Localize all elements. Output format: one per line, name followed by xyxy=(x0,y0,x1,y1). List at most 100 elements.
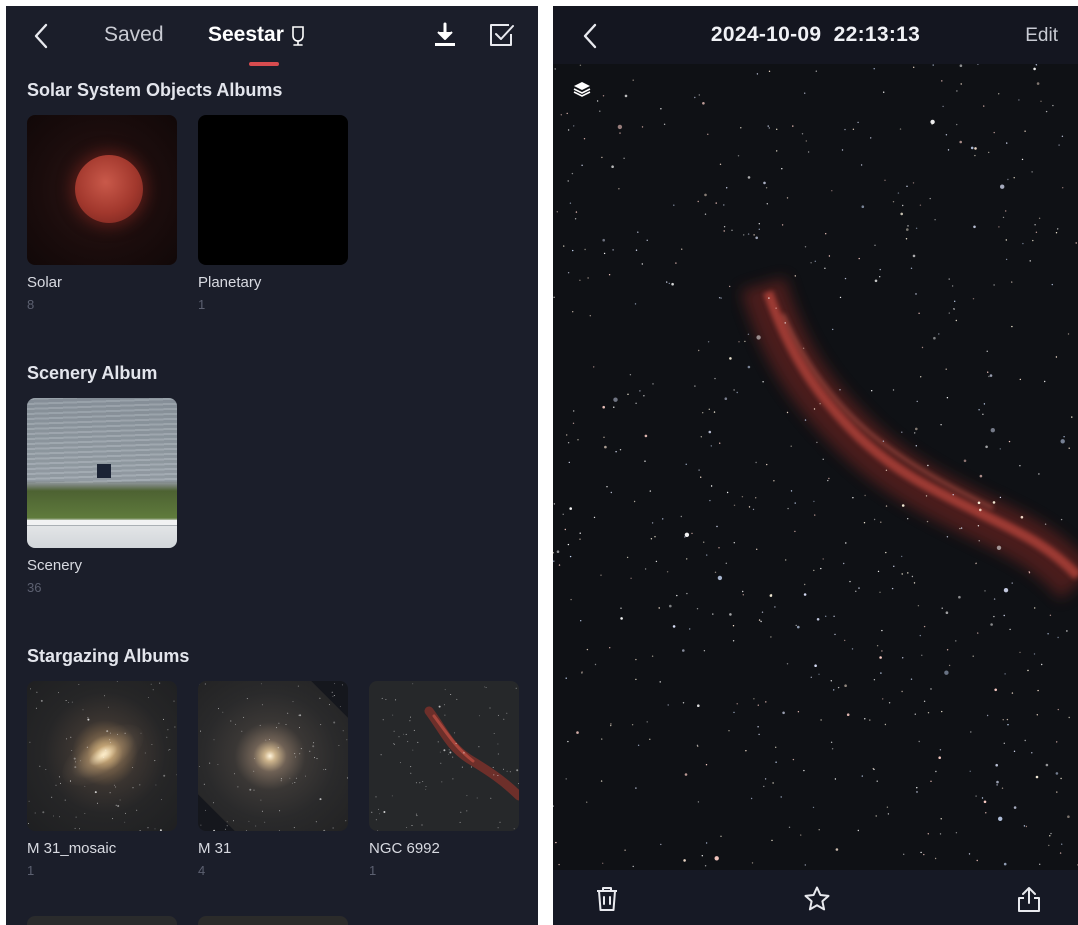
red-moon-image xyxy=(75,155,143,223)
star xyxy=(115,804,117,806)
favorite-button[interactable] xyxy=(802,884,832,914)
star xyxy=(818,829,820,831)
star xyxy=(814,260,816,262)
star xyxy=(917,605,920,607)
star xyxy=(346,739,348,741)
star xyxy=(835,848,839,851)
album-thumbnail-partial[interactable] xyxy=(27,916,177,925)
star xyxy=(1055,232,1058,234)
star xyxy=(163,774,166,777)
star xyxy=(893,565,895,567)
download-button[interactable] xyxy=(430,20,460,50)
star xyxy=(919,634,921,637)
album-card-m31-mosaic[interactable]: M 31_mosaic 1 xyxy=(27,681,177,878)
star xyxy=(948,278,950,280)
star xyxy=(941,80,943,82)
star xyxy=(794,275,796,277)
star xyxy=(425,788,427,790)
star xyxy=(86,746,88,748)
star xyxy=(920,376,922,378)
star xyxy=(1001,787,1004,789)
star xyxy=(608,274,611,276)
album-card-solar[interactable]: Solar 8 xyxy=(27,115,177,312)
star xyxy=(460,811,462,813)
star xyxy=(740,127,742,129)
star xyxy=(1036,714,1038,716)
star xyxy=(497,753,499,755)
star xyxy=(939,833,942,835)
star xyxy=(287,712,289,714)
star xyxy=(714,856,719,861)
edit-button[interactable]: Edit xyxy=(1025,25,1058,47)
star xyxy=(575,211,578,213)
star xyxy=(923,700,926,702)
star xyxy=(1007,724,1009,726)
star xyxy=(930,119,935,125)
star xyxy=(947,149,950,151)
star xyxy=(213,802,214,804)
star xyxy=(36,691,38,693)
star xyxy=(784,322,786,324)
star xyxy=(899,128,902,130)
album-card-planetary[interactable]: Planetary 1 xyxy=(198,115,348,312)
stack-layers-button[interactable] xyxy=(571,78,593,100)
star xyxy=(109,742,111,744)
star xyxy=(914,432,916,434)
star xyxy=(604,445,607,449)
album-card-scenery[interactable]: Scenery 36 xyxy=(27,398,177,595)
star xyxy=(706,554,708,556)
star xyxy=(294,753,296,755)
share-button[interactable] xyxy=(1014,884,1044,914)
star xyxy=(1057,636,1059,639)
star xyxy=(786,197,789,199)
star xyxy=(672,625,676,628)
back-button[interactable] xyxy=(28,22,56,50)
star xyxy=(1068,447,1070,449)
star xyxy=(763,181,766,185)
star xyxy=(385,699,387,700)
star xyxy=(689,628,691,630)
star xyxy=(805,140,807,142)
star xyxy=(456,698,458,700)
star xyxy=(993,131,995,134)
star xyxy=(572,422,575,424)
star xyxy=(493,774,495,776)
star xyxy=(566,112,568,115)
star xyxy=(466,795,468,797)
star xyxy=(753,698,755,700)
star xyxy=(246,698,248,700)
star xyxy=(222,711,224,713)
star xyxy=(747,176,751,179)
star xyxy=(810,262,812,264)
star xyxy=(833,689,835,691)
star xyxy=(978,409,980,411)
album-card-ngc6992[interactable]: NGC 6992 1 xyxy=(369,681,519,878)
astro-photo[interactable] xyxy=(553,64,1078,870)
star xyxy=(910,267,913,269)
thumbnail-stars xyxy=(28,681,177,831)
star xyxy=(879,656,882,659)
star xyxy=(243,716,245,718)
star xyxy=(300,748,302,750)
tab-seestar[interactable]: Seestar xyxy=(208,23,306,47)
select-button[interactable] xyxy=(486,20,516,50)
star xyxy=(729,357,732,360)
star xyxy=(857,829,859,832)
star xyxy=(319,798,322,801)
star xyxy=(974,154,976,157)
star xyxy=(758,733,760,736)
star xyxy=(925,495,928,497)
tab-saved[interactable]: Saved xyxy=(104,23,164,47)
star xyxy=(715,202,717,204)
star xyxy=(567,272,570,274)
star xyxy=(345,820,347,822)
star xyxy=(785,559,787,561)
album-count: 1 xyxy=(198,297,206,312)
star xyxy=(978,540,980,542)
delete-button[interactable] xyxy=(593,884,621,914)
star xyxy=(959,527,961,530)
star xyxy=(379,813,381,815)
album-thumbnail-partial[interactable] xyxy=(198,916,348,925)
album-card-m31[interactable]: M 31 4 xyxy=(198,681,348,878)
star xyxy=(869,719,871,721)
